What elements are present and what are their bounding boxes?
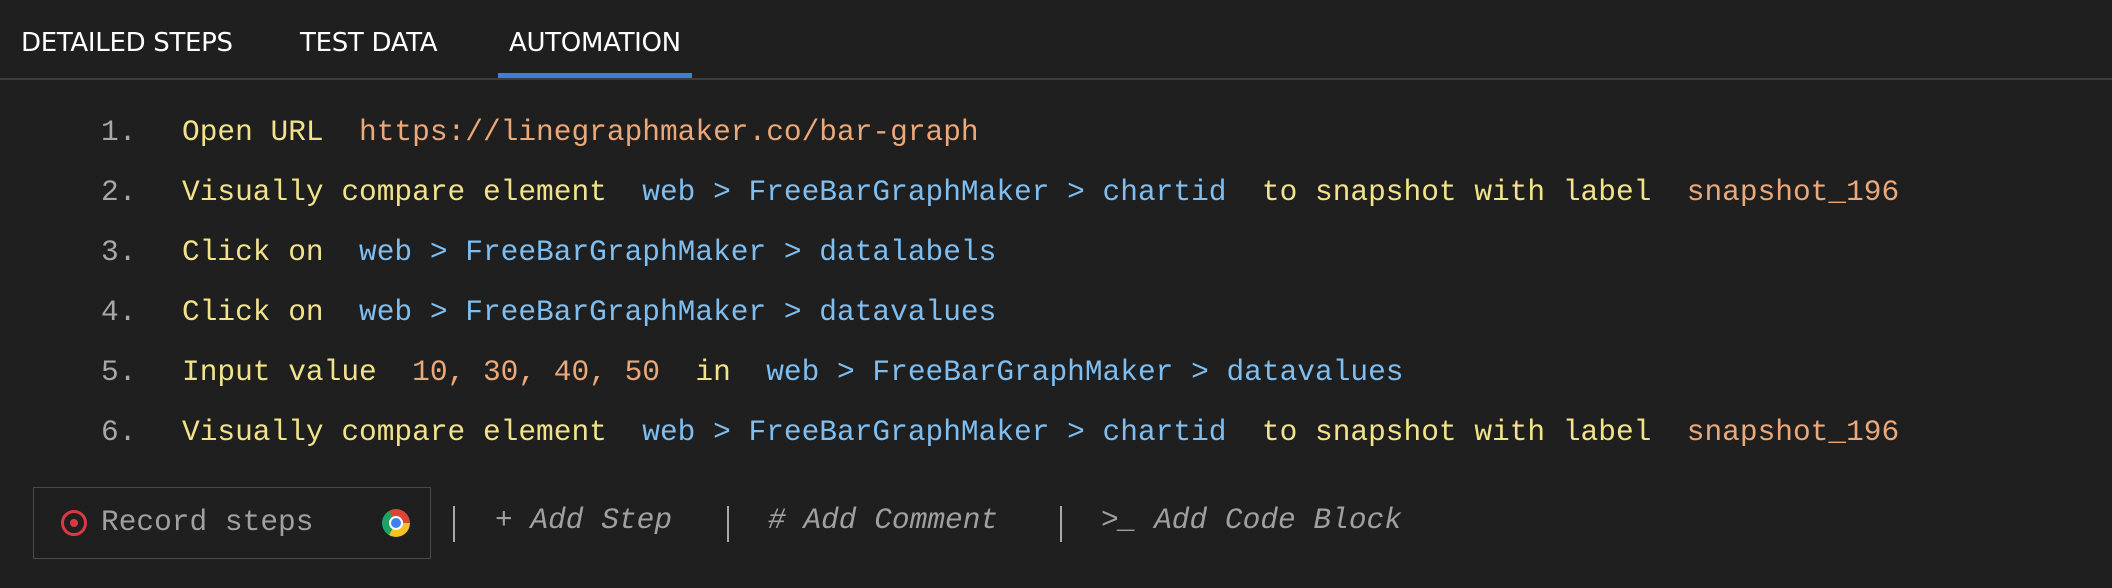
step-text: Click on web > FreeBarGraphMaker > datal…: [182, 232, 996, 272]
element-reference[interactable]: web > FreeBarGraphMaker > datavalues: [766, 355, 1403, 389]
step-number: 5.: [101, 355, 137, 389]
element-reference[interactable]: web > FreeBarGraphMaker > datalabels: [359, 235, 996, 269]
step-keyword: to snapshot with label: [1261, 415, 1652, 449]
step-keyword: Visually compare element: [182, 175, 607, 209]
element-reference[interactable]: web > FreeBarGraphMaker > chartid: [642, 175, 1226, 209]
step-number: 6.: [101, 415, 137, 449]
step-keyword: Open URL: [182, 115, 324, 149]
chrome-icon[interactable]: [382, 509, 410, 537]
add-comment-button[interactable]: # Add Comment: [768, 500, 998, 540]
step-number: 3.: [101, 235, 137, 269]
step-number: 1.: [101, 115, 137, 149]
step-value[interactable]: https://linegraphmaker.co/bar-graph: [359, 115, 979, 149]
element-reference[interactable]: web > FreeBarGraphMaker > datavalues: [359, 295, 996, 329]
step-number: 2.: [101, 175, 137, 209]
record-steps-button[interactable]: Record steps: [33, 487, 431, 559]
step-text: Visually compare element web > FreeBarGr…: [182, 412, 1899, 452]
add-code-block-button[interactable]: >_ Add Code Block: [1101, 500, 1402, 540]
add-step-button[interactable]: + Add Step: [495, 500, 672, 540]
tab-detailed-steps[interactable]: DETAILED STEPS: [21, 28, 233, 58]
step-text: Click on web > FreeBarGraphMaker > datav…: [182, 292, 996, 332]
record-steps-label: Record steps: [101, 505, 314, 539]
step-value[interactable]: snapshot_196: [1687, 175, 1899, 209]
step-text: Visually compare element web > FreeBarGr…: [182, 172, 1899, 212]
step-keyword: Click on: [182, 295, 324, 329]
step-text: Input value 10, 30, 40, 50 in web > Free…: [182, 352, 1404, 392]
divider: [453, 506, 455, 542]
step-number: 4.: [101, 295, 137, 329]
step-keyword: Input value: [182, 355, 377, 389]
step-value[interactable]: 10, 30, 40, 50: [412, 355, 660, 389]
step-keyword: in: [695, 355, 731, 389]
step-toolbar: Record steps + Add Step # Add Comment >_…: [0, 486, 2112, 560]
divider: [727, 506, 729, 542]
step-keyword: to snapshot with label: [1261, 175, 1652, 209]
step-keyword: Visually compare element: [182, 415, 607, 449]
step-text: Open URL https://linegraphmaker.co/bar-g…: [182, 112, 979, 152]
step-value[interactable]: snapshot_196: [1687, 415, 1899, 449]
element-reference[interactable]: web > FreeBarGraphMaker > chartid: [642, 415, 1226, 449]
tab-test-data[interactable]: TEST DATA: [300, 28, 438, 58]
tab-bar: DETAILED STEPS TEST DATA AUTOMATION: [0, 0, 2112, 80]
record-icon: [61, 510, 87, 536]
divider: [1060, 506, 1062, 542]
tab-automation[interactable]: AUTOMATION: [498, 28, 692, 78]
step-keyword: Click on: [182, 235, 324, 269]
